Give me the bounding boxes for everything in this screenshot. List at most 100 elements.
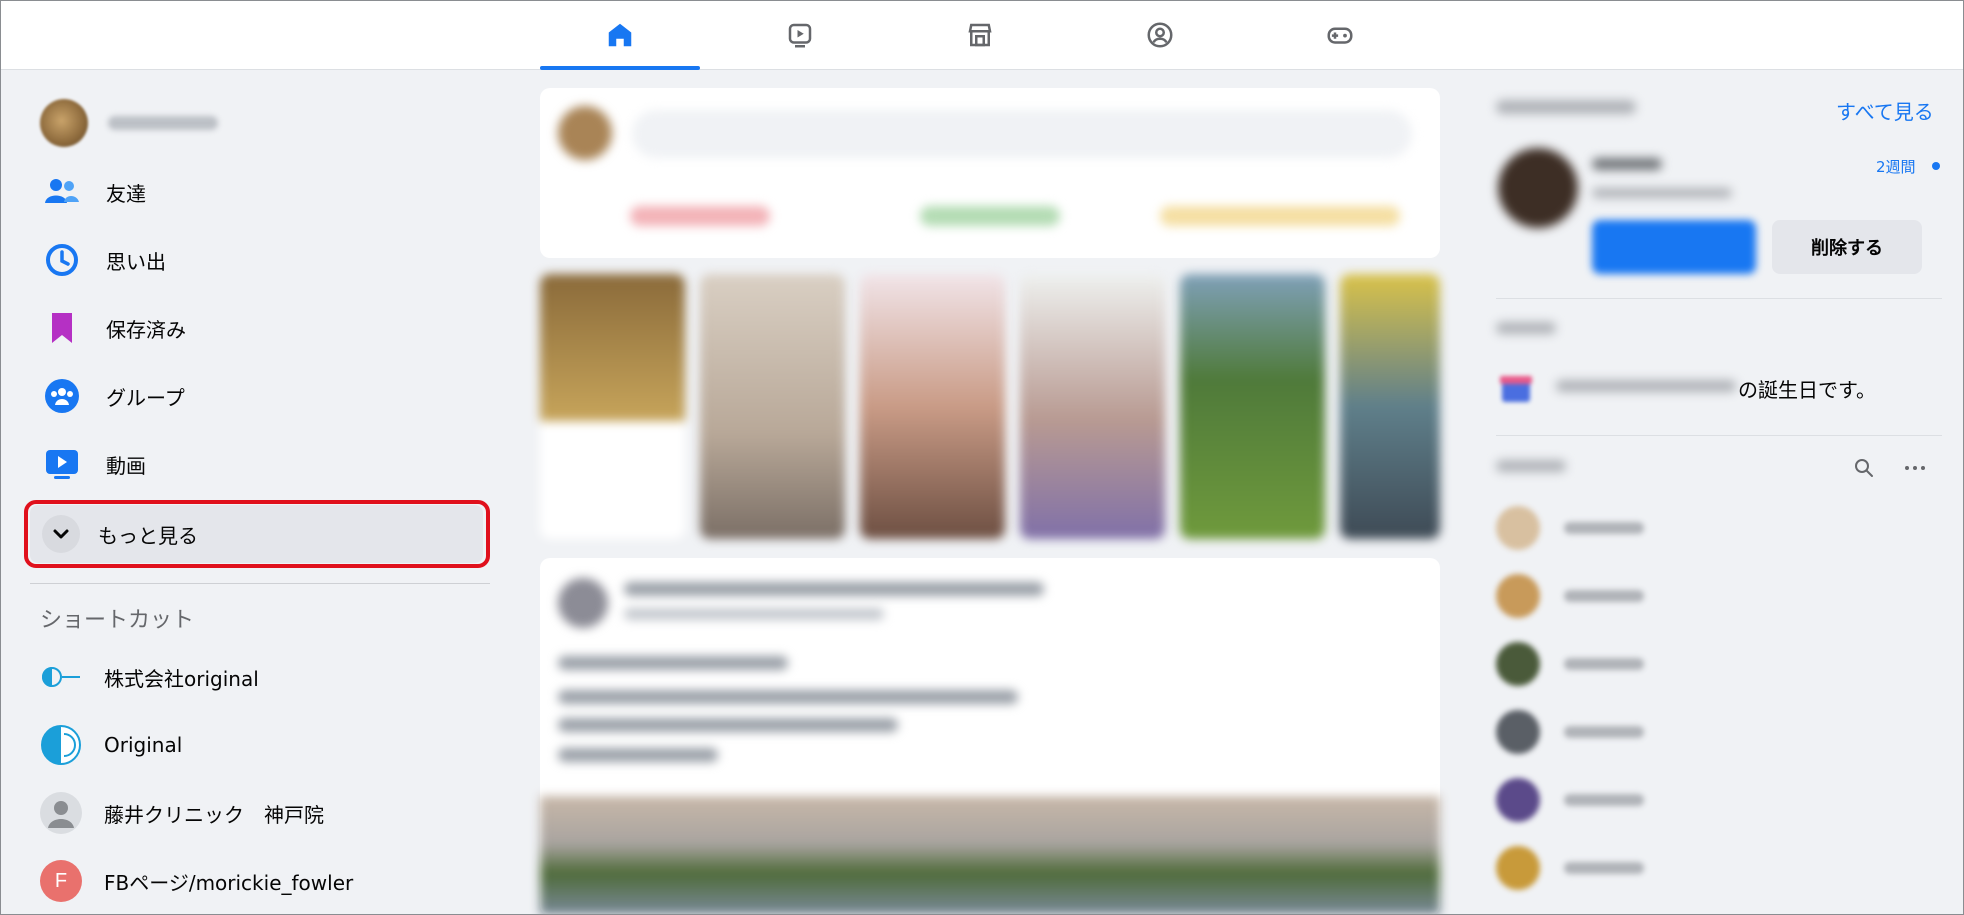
contact-name-blurred	[1564, 726, 1644, 738]
nav-tab-home[interactable]	[540, 0, 700, 70]
groups-tab-icon	[1147, 22, 1173, 48]
contact-item[interactable]	[1496, 500, 1796, 556]
confirm-request-button[interactable]	[1592, 220, 1756, 274]
sidebar-item-label: 思い出	[106, 249, 166, 274]
nav-tab-gaming[interactable]	[1260, 0, 1420, 70]
contacts-heading-blurred	[1496, 460, 1566, 472]
contact-item[interactable]	[1496, 840, 1796, 896]
news-feed	[540, 70, 1440, 915]
nav-tab-groups[interactable]	[1080, 0, 1240, 70]
birthday-text: の誕生日です。	[1738, 378, 1876, 402]
post-image	[540, 796, 1440, 915]
avatar	[1498, 148, 1578, 228]
sidebar-item-groups[interactable]: グループ	[30, 364, 490, 428]
story-card[interactable]	[700, 274, 845, 539]
top-navigation-bar	[0, 0, 1964, 70]
birthday-name-blurred	[1556, 380, 1736, 392]
post-text-blurred	[558, 690, 1018, 704]
default-profile-icon	[40, 792, 82, 834]
highlight-annotation-box	[24, 500, 490, 568]
nav-tab-watch[interactable]	[720, 0, 880, 70]
feeling-activity-button[interactable]	[1160, 206, 1400, 226]
shortcut-item[interactable]: F FBページ/morickie_fowler	[30, 849, 490, 913]
shortcut-item[interactable]: 株式会社original	[30, 645, 490, 709]
story-card[interactable]	[1340, 274, 1440, 539]
section-divider	[1496, 435, 1942, 436]
avatar	[1496, 778, 1540, 822]
original-circle-icon	[40, 724, 82, 766]
section-divider	[1496, 298, 1942, 299]
marketplace-icon	[968, 23, 992, 47]
sidebar-item-label: 動画	[106, 453, 146, 478]
sidebar-item-memories[interactable]: 思い出	[30, 228, 490, 292]
sidebar-item-friends[interactable]: 友達	[30, 160, 490, 224]
original-logo-icon	[40, 656, 82, 698]
post-text-blurred	[558, 718, 898, 732]
contact-item[interactable]	[1496, 636, 1796, 692]
request-time: 2週間	[1876, 158, 1916, 176]
unread-dot	[1932, 162, 1940, 170]
post-author-blurred	[624, 582, 1044, 596]
live-video-button[interactable]	[630, 206, 770, 226]
avatar	[1496, 506, 1540, 550]
home-icon	[608, 23, 632, 47]
gaming-icon	[1327, 27, 1353, 44]
shortcut-label: FBページ/morickie_fowler	[104, 870, 354, 895]
birthdays-heading-blurred	[1496, 322, 1556, 334]
contact-item[interactable]	[1496, 704, 1796, 760]
shortcut-item[interactable]: 藤井クリニック 神戸院	[30, 781, 490, 845]
post-composer[interactable]	[540, 88, 1440, 258]
shortcut-label: Original	[104, 733, 183, 757]
avatar	[558, 578, 608, 628]
post-meta-blurred	[624, 608, 884, 620]
post-text-blurred	[558, 656, 788, 670]
post-text-blurred	[558, 748, 718, 762]
sidebar-item-saved[interactable]: 保存済み	[30, 296, 490, 360]
see-all-link[interactable]: すべて見る	[1836, 96, 1934, 125]
avatar	[1496, 642, 1540, 686]
shortcut-label: 藤井クリニック 神戸院	[104, 802, 324, 827]
contact-item[interactable]	[1496, 772, 1796, 828]
story-card[interactable]	[1020, 274, 1165, 539]
sidebar-item-video[interactable]: 動画	[30, 432, 490, 496]
avatar	[1496, 574, 1540, 618]
page-letter-icon: F	[40, 860, 82, 902]
sidebar-item-label: グループ	[106, 385, 185, 410]
search-icon[interactable]	[1852, 456, 1876, 480]
watch-icon	[788, 23, 812, 48]
gift-icon	[1496, 366, 1536, 406]
memories-icon	[40, 238, 84, 282]
contact-name-blurred	[1564, 522, 1644, 534]
groups-icon	[40, 374, 84, 418]
contact-name-blurred	[1564, 862, 1644, 874]
sidebar-divider	[30, 583, 490, 584]
delete-request-button[interactable]: 削除する	[1772, 220, 1922, 274]
contact-name-blurred	[1564, 658, 1644, 670]
more-options-icon[interactable]	[1900, 456, 1930, 480]
shortcut-item[interactable]: Original	[30, 713, 490, 777]
feed-post	[540, 558, 1440, 915]
create-story-card[interactable]	[540, 274, 685, 539]
saved-icon	[40, 306, 84, 350]
sidebar-item-label: 友達	[106, 181, 146, 206]
photo-video-button[interactable]	[920, 206, 1060, 226]
right-column: すべて見る 2週間 削除する の誕生日です。	[1476, 70, 1964, 915]
contact-item[interactable]	[1496, 568, 1796, 624]
request-mutual-blurred	[1592, 188, 1732, 198]
contact-name-blurred	[1564, 794, 1644, 806]
avatar	[558, 106, 612, 160]
shortcut-label: 株式会社original	[104, 666, 259, 691]
avatar	[1496, 846, 1540, 890]
sidebar-profile[interactable]	[30, 91, 490, 155]
story-card[interactable]	[860, 274, 1005, 539]
composer-input[interactable]	[632, 110, 1412, 158]
sidebar-item-label: 保存済み	[106, 317, 186, 342]
stories-row	[540, 274, 1440, 544]
contact-name-blurred	[1564, 590, 1644, 602]
shortcuts-heading: ショートカット	[40, 608, 195, 633]
nav-tab-marketplace[interactable]	[900, 0, 1060, 70]
avatar	[1496, 710, 1540, 754]
friend-requests-heading-blurred	[1496, 100, 1636, 114]
story-card[interactable]	[1180, 274, 1325, 539]
profile-name-blurred	[108, 116, 218, 130]
